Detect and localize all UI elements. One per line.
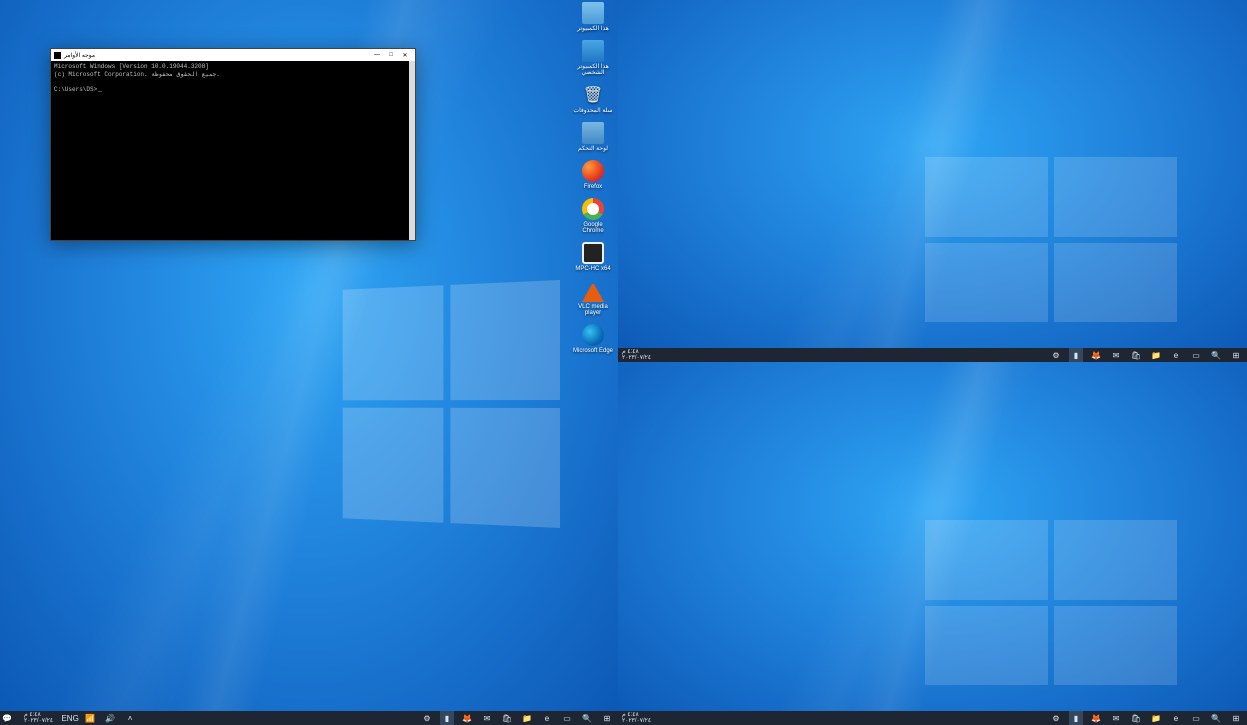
taskbar-cmd-icon[interactable]: ▮ [1069, 348, 1083, 362]
taskbar-clock[interactable]: ٤:٤٨ م ٢٠٢٣/٠٧/٢٤ [20, 712, 57, 724]
mpc-icon [582, 242, 604, 264]
taskbar-file-explorer-icon[interactable]: 📁 [520, 711, 534, 725]
desktop-icon-label: سلة المحذوفات [573, 108, 612, 114]
taskbar-clock[interactable]: ٤:٤٨ م ٢٠٢٣/٠٧/٢٤ [618, 712, 655, 724]
action-center-icon[interactable]: 💬 [0, 711, 14, 725]
desktop-icon-this-pc-2[interactable]: هذا الكمبيوتر الشخصي [572, 40, 614, 76]
tray-chevron-icon[interactable]: ˄ [123, 711, 137, 725]
cmd-window[interactable]: موجه الأوامر — □ ✕ Microsoft Windows [Ve… [50, 48, 416, 241]
wallpaper-windows-logo [925, 157, 1177, 322]
screen-right-bottom: ٤:٤٨ م ٢٠٢٣/٠٧/٢٤ ⊞ 🔍 ▭ e 📁 🛍 ✉ 🦊 ▮ ⚙ [618, 362, 1247, 725]
desktop-icon-label: VLC media player [572, 304, 614, 316]
taskbar-edge-icon[interactable]: e [1169, 348, 1183, 362]
taskbar-start-icon[interactable]: ⊞ [1229, 348, 1243, 362]
cmd-icon [54, 52, 61, 59]
cmd-cursor: _ [98, 86, 102, 94]
taskbar-search-icon[interactable]: 🔍 [1209, 711, 1223, 725]
desktop-icon-control-panel[interactable]: لوحة التحكم [572, 122, 614, 152]
taskbar-task-view-icon[interactable]: ▭ [1189, 711, 1203, 725]
desktop-icon-label: Google Chrome [572, 222, 614, 234]
desktop-icon-chrome[interactable]: Google Chrome [572, 198, 614, 234]
cmd-title: موجه الأوامر [64, 52, 370, 59]
taskbar-right-bottom[interactable]: ٤:٤٨ م ٢٠٢٣/٠٧/٢٤ ⊞ 🔍 ▭ e 📁 🛍 ✉ 🦊 ▮ ⚙ [618, 711, 1247, 725]
desktop-icon-label: Microsoft Edge [573, 348, 613, 354]
wallpaper-windows-logo [925, 520, 1177, 685]
desktop-icon-recycle-bin[interactable]: 🗑 سلة المحذوفات [572, 84, 614, 114]
taskbar-mail-icon[interactable]: ✉ [1109, 348, 1123, 362]
taskbar-cmd-icon[interactable]: ▮ [1069, 711, 1083, 725]
desktop-icon-mpc[interactable]: MPC-HC x64 [572, 242, 614, 272]
cmd-titlebar[interactable]: موجه الأوامر — □ ✕ [51, 49, 415, 61]
maximize-button[interactable]: □ [384, 50, 398, 60]
taskbar-mail-icon[interactable]: ✉ [1109, 711, 1123, 725]
taskbar-store-icon[interactable]: 🛍 [1129, 711, 1143, 725]
taskbar-file-explorer-icon[interactable]: 📁 [1149, 711, 1163, 725]
taskbar-clock[interactable]: ٤:٤٨ م ٢٠٢٣/٠٧/٢٤ [618, 349, 655, 361]
desktop-icon-label: هذا الكمبيوتر الشخصي [572, 64, 614, 76]
taskbar-firefox-icon[interactable]: 🦊 [1089, 711, 1103, 725]
taskbar-firefox-icon[interactable]: 🦊 [1089, 348, 1103, 362]
taskbar-edge-icon[interactable]: e [1169, 711, 1183, 725]
taskbar-task-view-icon[interactable]: ▭ [1189, 348, 1203, 362]
cmd-line1: Microsoft Windows [Version 10.0.19044.32… [54, 63, 209, 70]
minimize-button[interactable]: — [370, 50, 384, 60]
taskbar-store-icon[interactable]: 🛍 [500, 711, 514, 725]
vlc-icon [582, 280, 604, 302]
desktop-icon-edge[interactable]: Microsoft Edge [572, 324, 614, 354]
taskbar-mail-icon[interactable]: ✉ [480, 711, 494, 725]
screen-left: هذا الكمبيوتر هذا الكمبيوتر الشخصي 🗑 سلة ال… [0, 0, 618, 725]
control-panel-icon [582, 122, 604, 144]
taskbar-firefox-icon[interactable]: 🦊 [460, 711, 474, 725]
this-pc-2-icon [582, 40, 604, 62]
taskbar-settings-icon[interactable]: ⚙ [1049, 348, 1063, 362]
desktop-icon-label: Firefox [584, 184, 602, 190]
taskbar-left[interactable]: 💬 ٤:٤٨ م ٢٠٢٣/٠٧/٢٤ ENG 📶 🔊 ˄ ⊞ 🔍 ▭ e 📁 🛍 ✉ 🦊 ▮ ⚙ [0, 711, 618, 725]
desktop-icon-firefox[interactable]: Firefox [572, 160, 614, 190]
desktop-icon-vlc[interactable]: VLC media player [572, 280, 614, 316]
wallpaper-windows-logo [343, 280, 560, 528]
screen-right-top: ٤:٤٨ م ٢٠٢٣/٠٧/٢٤ ⊞ 🔍 ▭ e 📁 🛍 ✉ 🦊 ▮ ⚙ [618, 0, 1247, 362]
desktop-icons-column: هذا الكمبيوتر هذا الكمبيوتر الشخصي 🗑 سلة ال… [572, 2, 614, 354]
taskbar-search-icon[interactable]: 🔍 [580, 711, 594, 725]
taskbar-search-icon[interactable]: 🔍 [1209, 348, 1223, 362]
cmd-prompt: C:\Users\DS> [54, 86, 97, 93]
desktop-icon-label: هذا الكمبيوتر [577, 26, 609, 32]
cmd-line2: (c) Microsoft Corporation. جميع الحقوق م… [54, 71, 220, 78]
desktop-icon-this-pc[interactable]: هذا الكمبيوتر [572, 2, 614, 32]
this-pc-icon [582, 2, 604, 24]
lang-indicator[interactable]: ENG [63, 711, 77, 725]
taskbar-edge-icon[interactable]: e [540, 711, 554, 725]
taskbar-start-icon[interactable]: ⊞ [600, 711, 614, 725]
taskbar-settings-icon[interactable]: ⚙ [1049, 711, 1063, 725]
desktop-icon-label: MPC-HC x64 [575, 266, 610, 272]
taskbar-right-top[interactable]: ٤:٤٨ م ٢٠٢٣/٠٧/٢٤ ⊞ 🔍 ▭ e 📁 🛍 ✉ 🦊 ▮ ⚙ [618, 348, 1247, 362]
cmd-body[interactable]: Microsoft Windows [Version 10.0.19044.32… [51, 61, 415, 240]
firefox-icon [582, 160, 604, 182]
taskbar-file-explorer-icon[interactable]: 📁 [1149, 348, 1163, 362]
edge-icon [582, 324, 604, 346]
sound-icon[interactable]: 🔊 [103, 711, 117, 725]
close-button[interactable]: ✕ [398, 50, 412, 60]
desktop-icon-label: لوحة التحكم [578, 146, 608, 152]
taskbar-settings-icon[interactable]: ⚙ [420, 711, 434, 725]
taskbar-cmd-icon[interactable]: ▮ [440, 711, 454, 725]
taskbar-store-icon[interactable]: 🛍 [1129, 348, 1143, 362]
network-icon[interactable]: 📶 [83, 711, 97, 725]
chrome-icon [582, 198, 604, 220]
taskbar-start-icon[interactable]: ⊞ [1229, 711, 1243, 725]
recycle-bin-icon: 🗑 [582, 84, 604, 106]
taskbar-task-view-icon[interactable]: ▭ [560, 711, 574, 725]
